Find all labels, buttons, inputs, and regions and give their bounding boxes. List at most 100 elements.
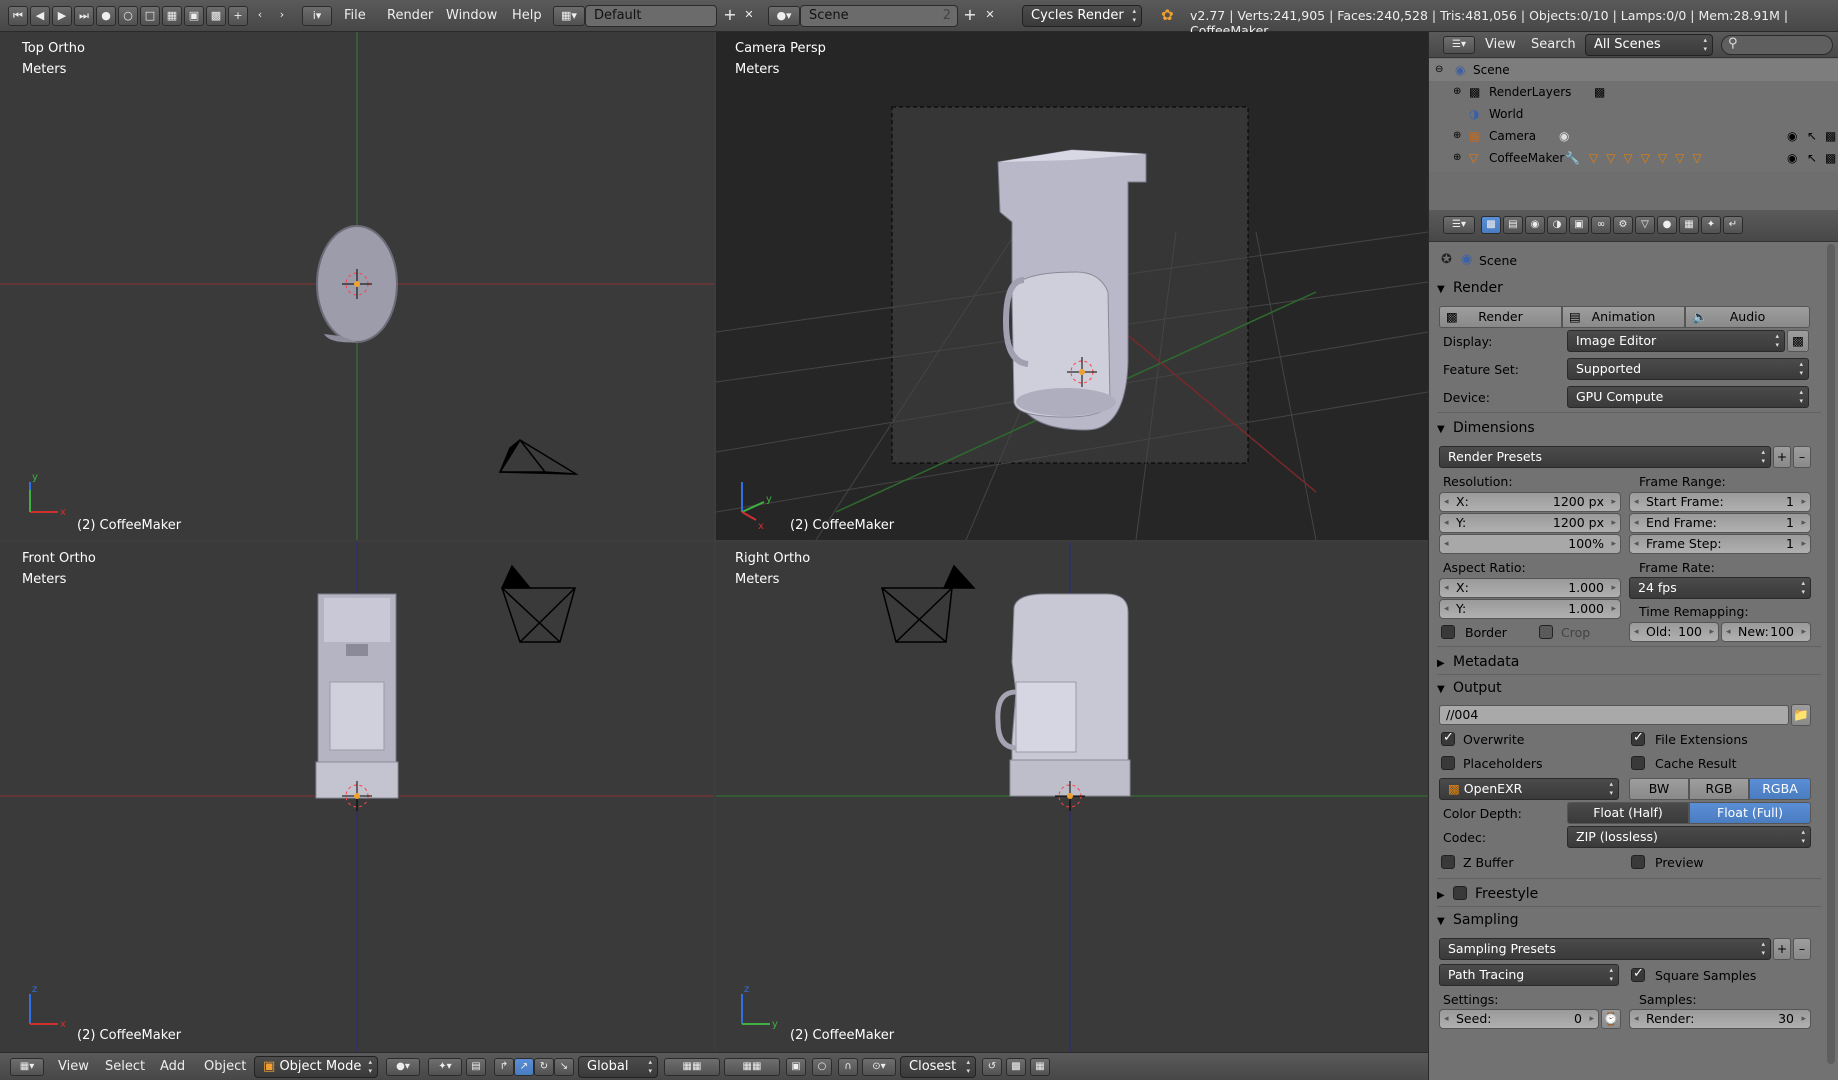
border-checkbox[interactable] [1441, 625, 1455, 639]
viewport-right-ortho[interactable]: z y Right Ortho Meters (2) CoffeeMaker [716, 542, 1428, 1052]
manipulator-icon[interactable]: ↱ [494, 1058, 514, 1076]
search-input[interactable]: ⚲ [1721, 35, 1833, 55]
menu-render[interactable]: Render [387, 8, 433, 23]
frame-rate-dropdown[interactable]: 24 fps [1629, 577, 1811, 599]
arrow-right-icon[interactable]: › [272, 6, 292, 26]
snap-align-icon[interactable]: ↺ [982, 1058, 1002, 1076]
panel-sampling-header[interactable]: ▼ Sampling [1437, 908, 1821, 932]
menu-search[interactable]: Search [1531, 37, 1576, 52]
editor-type-3dview-icon[interactable]: ▦▾ [10, 1058, 44, 1076]
viewport-top-ortho[interactable]: y x Top Ortho Meters (2) CoffeeMaker [0, 32, 714, 540]
file-format-dropdown[interactable]: ▩ OpenEXR [1439, 778, 1619, 800]
snap-target-dropdown[interactable]: Closest [900, 1056, 976, 1078]
rotate-icon[interactable]: ↻ [534, 1058, 554, 1076]
square-samples-checkbox[interactable] [1631, 966, 1645, 982]
expand-icon[interactable]: ⊕ [1453, 81, 1461, 103]
keying-icon[interactable]: ○ [118, 6, 138, 26]
display-window-icon[interactable]: ▩ [1787, 330, 1809, 352]
image-icon[interactable]: ▩ [206, 6, 226, 26]
jump-end-icon[interactable]: ⏭ [74, 6, 94, 26]
audio-button[interactable]: 🔈 Audio [1685, 306, 1810, 328]
time-old-field[interactable]: Old:100 [1629, 622, 1719, 642]
remove-preset-icon[interactable]: – [1793, 446, 1811, 468]
snap-element-icon[interactable]: ⊙▾ [862, 1058, 896, 1076]
visibility-eye-icon[interactable]: ◉ [1787, 125, 1797, 147]
scene-field[interactable]: Scene 2 [800, 5, 958, 27]
render-presets-dropdown[interactable]: Render Presets [1439, 446, 1771, 468]
render-anim-icon[interactable]: ▦ [1030, 1058, 1050, 1076]
editor-type-info-icon[interactable]: i▾ [302, 6, 332, 26]
translate-icon[interactable]: ↗ [514, 1058, 534, 1076]
outliner-row-world[interactable]: ◑ World [1429, 103, 1838, 125]
display-mode-dropdown[interactable]: All Scenes [1585, 34, 1713, 56]
occlusion-icon[interactable]: ▤ [466, 1058, 486, 1076]
add-scene-icon[interactable]: + [960, 6, 980, 26]
particles-tab-icon[interactable]: ✦ [1701, 216, 1721, 234]
lock-layers-icon[interactable]: ▣ [786, 1058, 806, 1076]
material-tab-icon[interactable]: ● [1657, 216, 1677, 234]
outliner-row-coffeemaker[interactable]: ⊕ ▽ CoffeeMaker 🔧 ▽▽▽▽▽▽▽ ◉ ↖ ▩ [1429, 147, 1838, 169]
device-dropdown[interactable]: GPU Compute [1567, 386, 1809, 408]
render-tab-icon[interactable]: ▩ [1481, 216, 1501, 234]
editor-type-outliner-icon[interactable]: ☰▾ [1443, 36, 1475, 54]
float-half-button[interactable]: Float (Half) [1567, 802, 1689, 824]
aspect-x-field[interactable]: X:1.000 [1439, 578, 1621, 598]
crop-checkbox[interactable] [1539, 625, 1553, 639]
time-new-field[interactable]: New:100 [1721, 622, 1811, 642]
pivot-icon[interactable]: ✦▾ [428, 1058, 462, 1076]
menu-select[interactable]: Select [105, 1059, 145, 1074]
frame-step-field[interactable]: Frame Step:1 [1629, 534, 1811, 554]
outliner-row-scene[interactable]: ⊖ ◉ Scene [1429, 59, 1838, 81]
animation-button[interactable]: ▤ Animation [1562, 306, 1685, 328]
file-extensions-checkbox[interactable] [1631, 730, 1645, 746]
freestyle-checkbox[interactable] [1453, 886, 1467, 900]
start-frame-field[interactable]: Start Frame:1 [1629, 492, 1811, 512]
menu-file[interactable]: File [344, 8, 366, 23]
play-icon[interactable]: ▶ [52, 6, 72, 26]
arrow-left-icon[interactable]: ‹ [250, 6, 270, 26]
mode-dropdown[interactable]: ▣ Object Mode [254, 1056, 378, 1078]
screen-layout-icon[interactable]: ▦▾ [553, 6, 585, 26]
jump-start-icon[interactable]: ⏮ [8, 6, 28, 26]
editor-type-properties-icon[interactable]: ☰▾ [1443, 216, 1475, 234]
shading-icon[interactable]: ●▾ [386, 1058, 420, 1076]
float-full-button[interactable]: Float (Full) [1689, 802, 1811, 824]
add-preset-icon[interactable]: + [1773, 446, 1791, 468]
add-screen-icon[interactable]: + [720, 6, 740, 26]
checker-icon[interactable]: ▦ [162, 6, 182, 26]
panel-freestyle-header[interactable]: ▶ Freestyle [1437, 882, 1821, 906]
scene-tab-icon[interactable]: ◉ [1525, 216, 1545, 234]
shield-icon[interactable]: ▣ [184, 6, 204, 26]
physics-tab-icon[interactable]: ↵ [1723, 216, 1743, 234]
render-button[interactable]: ▩ Render [1439, 306, 1562, 328]
layers-grid-b-icon[interactable]: ▦▦ [724, 1058, 780, 1076]
add-sampling-preset-icon[interactable]: + [1773, 938, 1791, 960]
modifiers-tab-icon[interactable]: ⚙ [1613, 216, 1633, 234]
panel-render-header[interactable]: ▼ Render [1437, 276, 1821, 300]
sampling-presets-dropdown[interactable]: Sampling Presets [1439, 938, 1771, 960]
render-camera-icon[interactable]: ▩ [1825, 125, 1836, 147]
expand-icon[interactable]: ⊕ [1453, 125, 1461, 147]
scene-browse-icon[interactable]: ●▾ [768, 6, 800, 26]
visibility-eye-icon[interactable]: ◉ [1787, 147, 1797, 169]
remove-sampling-preset-icon[interactable]: – [1793, 938, 1811, 960]
select-cursor-icon[interactable]: ↖ [1807, 125, 1817, 147]
new-file-icon[interactable]: □ [140, 6, 160, 26]
screen-layout-field[interactable]: Default [585, 5, 717, 27]
viewport-front-ortho[interactable]: z x Front Ortho Meters (2) CoffeeMaker [0, 542, 714, 1052]
collapse-icon[interactable]: ⊖ [1435, 59, 1443, 81]
layers-grid-a-icon[interactable]: ▦▦ [664, 1058, 720, 1076]
color-rgb-button[interactable]: RGB [1689, 778, 1749, 800]
viewport-camera-persp[interactable]: y x Camera Persp Meters (2) CoffeeMaker [716, 32, 1428, 540]
orientation-dropdown[interactable]: Global [578, 1056, 658, 1078]
constraints-tab-icon[interactable]: ∞ [1591, 216, 1611, 234]
menu-object[interactable]: Object [204, 1059, 246, 1074]
color-rgba-button[interactable]: RGBA [1749, 778, 1811, 800]
output-path-field[interactable]: //004 [1439, 705, 1789, 725]
object-tab-icon[interactable]: ▣ [1569, 216, 1589, 234]
aspect-y-field[interactable]: Y:1.000 [1439, 599, 1621, 619]
display-dropdown[interactable]: Image Editor [1567, 330, 1785, 352]
menu-view[interactable]: View [58, 1059, 89, 1074]
magnet-icon[interactable]: ∩ [838, 1058, 858, 1076]
placeholders-checkbox[interactable] [1441, 756, 1455, 770]
